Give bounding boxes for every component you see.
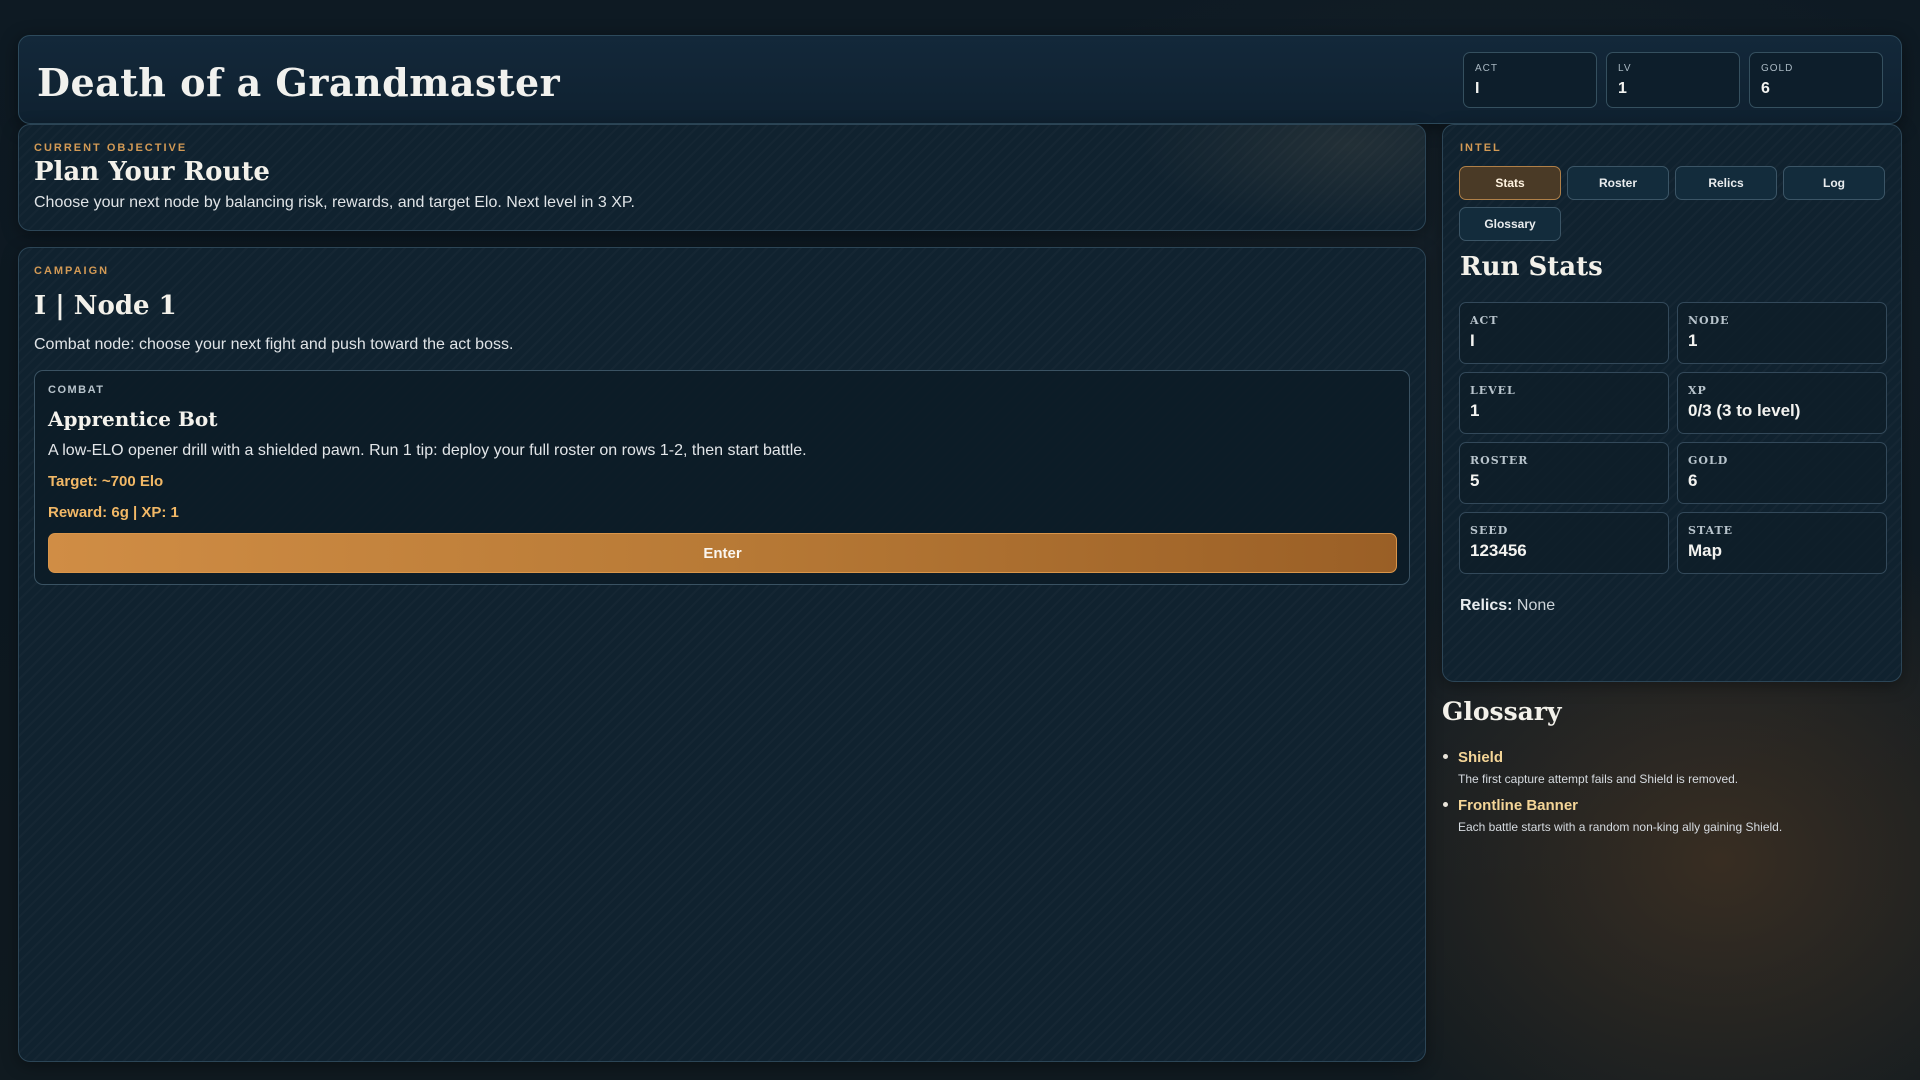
relics-value: None: [1516, 597, 1556, 614]
objective-panel: CURRENT OBJECTIVE Plan Your Route Choose…: [18, 124, 1426, 231]
node-reward: Reward: 6g | XP: 1: [48, 504, 179, 521]
header-act-value: I: [1475, 80, 1480, 97]
target-elo: Target: ~700 Elo: [48, 473, 164, 490]
combat-node-card: COMBAT Apprentice Bot A low-ELO opener d…: [34, 370, 1410, 585]
opponent-description: A low-ELO opener drill with a shielded p…: [48, 442, 807, 459]
tab-glossary[interactable]: Glossary: [1459, 207, 1561, 241]
header-act-label: ACT: [1475, 63, 1498, 74]
stat-level-label: LEVEL: [1470, 384, 1516, 397]
stat-level: LEVEL 1: [1459, 372, 1669, 434]
glossary-term: Shield: [1458, 749, 1504, 766]
header-gold-label: GOLD: [1761, 63, 1794, 74]
stat-gold-value: 6: [1688, 471, 1698, 490]
stat-act-value: I: [1470, 331, 1475, 350]
run-stats-title: Run Stats: [1460, 252, 1603, 282]
glossary-definition: Each battle starts with a random non-kin…: [1458, 820, 1783, 834]
stat-xp: XP 0/3 (3 to level): [1677, 372, 1887, 434]
bullet-icon: [1443, 754, 1448, 759]
stat-state-value: Map: [1688, 541, 1722, 560]
node-type-tag: COMBAT: [48, 384, 105, 396]
tab-log[interactable]: Log: [1783, 166, 1885, 200]
glossary-item-shield: Shield The first capture attempt fails a…: [1443, 749, 1898, 786]
header-level-label: LV: [1618, 63, 1632, 74]
campaign-kicker: CAMPAIGN: [34, 265, 110, 277]
stat-gold: GOLD 6: [1677, 442, 1887, 504]
stat-roster-value: 5: [1470, 471, 1480, 490]
stat-seed: SEED 123456: [1459, 512, 1669, 574]
relics-line: Relics: None: [1460, 597, 1555, 615]
stat-roster-label: ROSTER: [1470, 454, 1529, 467]
intel-kicker: INTEL: [1460, 142, 1502, 154]
tab-stats[interactable]: Stats: [1459, 166, 1561, 200]
stat-act: ACT I: [1459, 302, 1669, 364]
objective-description: Choose your next node by balancing risk,…: [34, 194, 635, 211]
tab-roster[interactable]: Roster: [1567, 166, 1669, 200]
campaign-node-title: I | Node 1: [34, 291, 177, 321]
stat-node: NODE 1: [1677, 302, 1887, 364]
opponent-name: Apprentice Bot: [48, 407, 218, 431]
top-header-bar: Death of a Grandmaster ACT I LV 1 GOLD 6: [18, 35, 1902, 124]
tab-relics[interactable]: Relics: [1675, 166, 1777, 200]
relics-label: Relics:: [1460, 597, 1513, 614]
stat-xp-value: 0/3 (3 to level): [1688, 401, 1801, 420]
stat-gold-label: GOLD: [1688, 454, 1729, 467]
stat-state-label: STATE: [1688, 524, 1734, 537]
campaign-description: Combat node: choose your next fight and …: [34, 336, 514, 353]
header-level-value: 1: [1618, 80, 1627, 97]
enter-button[interactable]: Enter: [48, 533, 1397, 573]
glossary-title: Glossary: [1442, 697, 1562, 726]
stat-seed-label: SEED: [1470, 524, 1509, 537]
glossary-definition: The first capture attempt fails and Shie…: [1458, 772, 1739, 786]
campaign-panel: CAMPAIGN I | Node 1 Combat node: choose …: [18, 247, 1426, 1062]
header-gold-stat: GOLD 6: [1749, 52, 1883, 108]
stat-roster: ROSTER 5: [1459, 442, 1669, 504]
intel-panel: INTEL Stats Roster Relics Log Glossary R…: [1442, 124, 1902, 682]
stat-level-value: 1: [1470, 401, 1480, 420]
game-title: Death of a Grandmaster: [37, 60, 561, 105]
stat-seed-value: 123456: [1470, 541, 1527, 560]
bullet-icon: [1443, 802, 1448, 807]
stat-node-label: NODE: [1688, 314, 1730, 327]
stat-state: STATE Map: [1677, 512, 1887, 574]
stat-xp-label: XP: [1688, 384, 1707, 397]
stat-act-label: ACT: [1470, 314, 1499, 327]
glossary-section: Glossary Shield The first capture attemp…: [1442, 697, 1902, 834]
objective-title: Plan Your Route: [34, 157, 270, 187]
stat-node-value: 1: [1688, 331, 1698, 350]
glossary-item-frontline-banner: Frontline Banner Each battle starts with…: [1443, 797, 1898, 834]
header-gold-value: 6: [1761, 80, 1770, 97]
header-level-stat: LV 1: [1606, 52, 1740, 108]
header-act-stat: ACT I: [1463, 52, 1597, 108]
objective-kicker: CURRENT OBJECTIVE: [34, 142, 188, 154]
glossary-term: Frontline Banner: [1458, 797, 1579, 814]
